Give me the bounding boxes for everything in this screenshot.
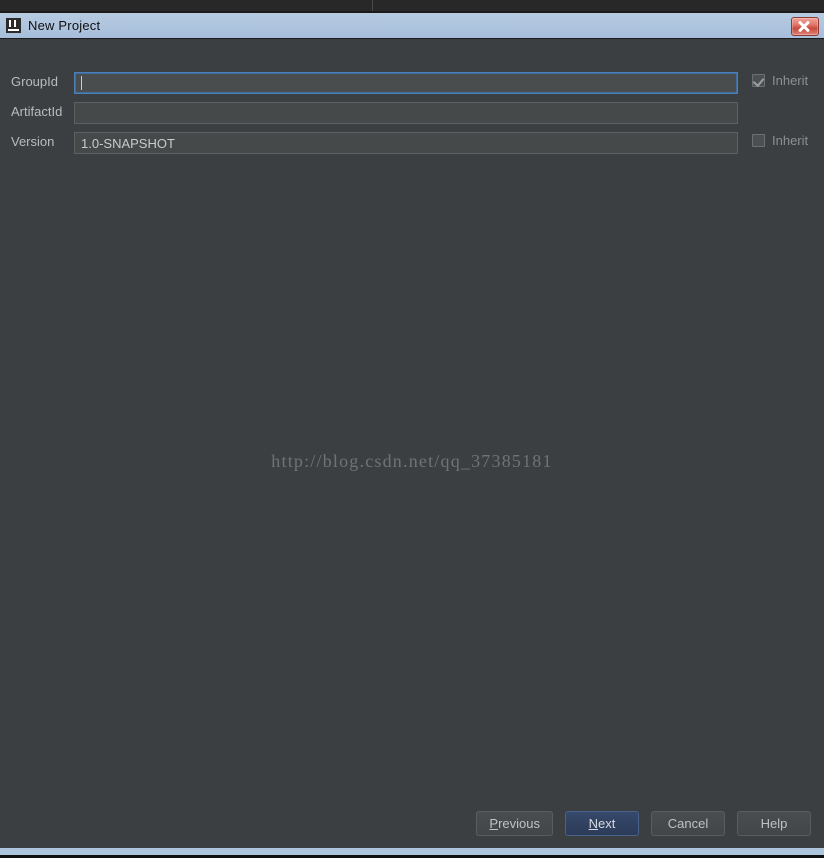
previous-button-label: revious bbox=[498, 815, 540, 831]
version-inherit-label: Inherit bbox=[772, 133, 809, 148]
form-row-version: Version Inherit bbox=[0, 132, 824, 154]
logo-letter-j bbox=[14, 20, 16, 27]
artifactid-input[interactable] bbox=[74, 102, 738, 124]
form-row-groupid: GroupId Inherit bbox=[0, 72, 824, 94]
next-button[interactable]: Next bbox=[565, 810, 639, 836]
dialog-title-bar[interactable]: New Project bbox=[0, 13, 824, 39]
next-button-mnemonic: N bbox=[588, 815, 599, 831]
background-desktop-strip bbox=[0, 0, 824, 13]
watermark-text: http://blog.csdn.net/qq_37385181 bbox=[271, 451, 553, 471]
intellij-idea-logo-icon bbox=[6, 18, 21, 33]
logo-letter-i bbox=[9, 20, 11, 27]
version-label: Version bbox=[11, 134, 55, 149]
groupid-inherit-label: Inherit bbox=[772, 73, 809, 88]
close-button[interactable] bbox=[791, 17, 819, 36]
window-frame-bottom bbox=[0, 848, 824, 858]
groupid-inherit-checkbox[interactable] bbox=[752, 74, 765, 87]
logo-underline bbox=[8, 29, 19, 31]
previous-button[interactable]: Previous bbox=[476, 810, 553, 836]
form-row-artifactid: ArtifactId bbox=[0, 102, 824, 124]
help-button[interactable]: Help bbox=[737, 810, 811, 836]
dialog-content-area: GroupId Inherit ArtifactId Version Inher… bbox=[0, 39, 824, 845]
version-input[interactable] bbox=[74, 132, 738, 154]
groupid-inherit-group: Inherit bbox=[752, 73, 808, 88]
artifactid-label: ArtifactId bbox=[11, 104, 63, 119]
new-project-dialog: New Project GroupId Inherit ArtifactId V… bbox=[0, 13, 824, 858]
background-window-divider bbox=[372, 0, 373, 11]
groupid-input[interactable] bbox=[74, 72, 738, 94]
version-inherit-group: Inherit bbox=[752, 133, 808, 148]
previous-button-mnemonic: P bbox=[489, 815, 499, 831]
groupid-label: GroupId bbox=[11, 74, 58, 89]
cancel-button[interactable]: Cancel bbox=[651, 810, 725, 836]
dialog-button-bar: Previous Next Cancel Help bbox=[0, 809, 824, 837]
version-inherit-checkbox[interactable] bbox=[752, 134, 765, 147]
next-button-label: ext bbox=[598, 815, 616, 831]
dialog-title: New Project bbox=[28, 18, 101, 33]
text-caret bbox=[81, 76, 82, 90]
